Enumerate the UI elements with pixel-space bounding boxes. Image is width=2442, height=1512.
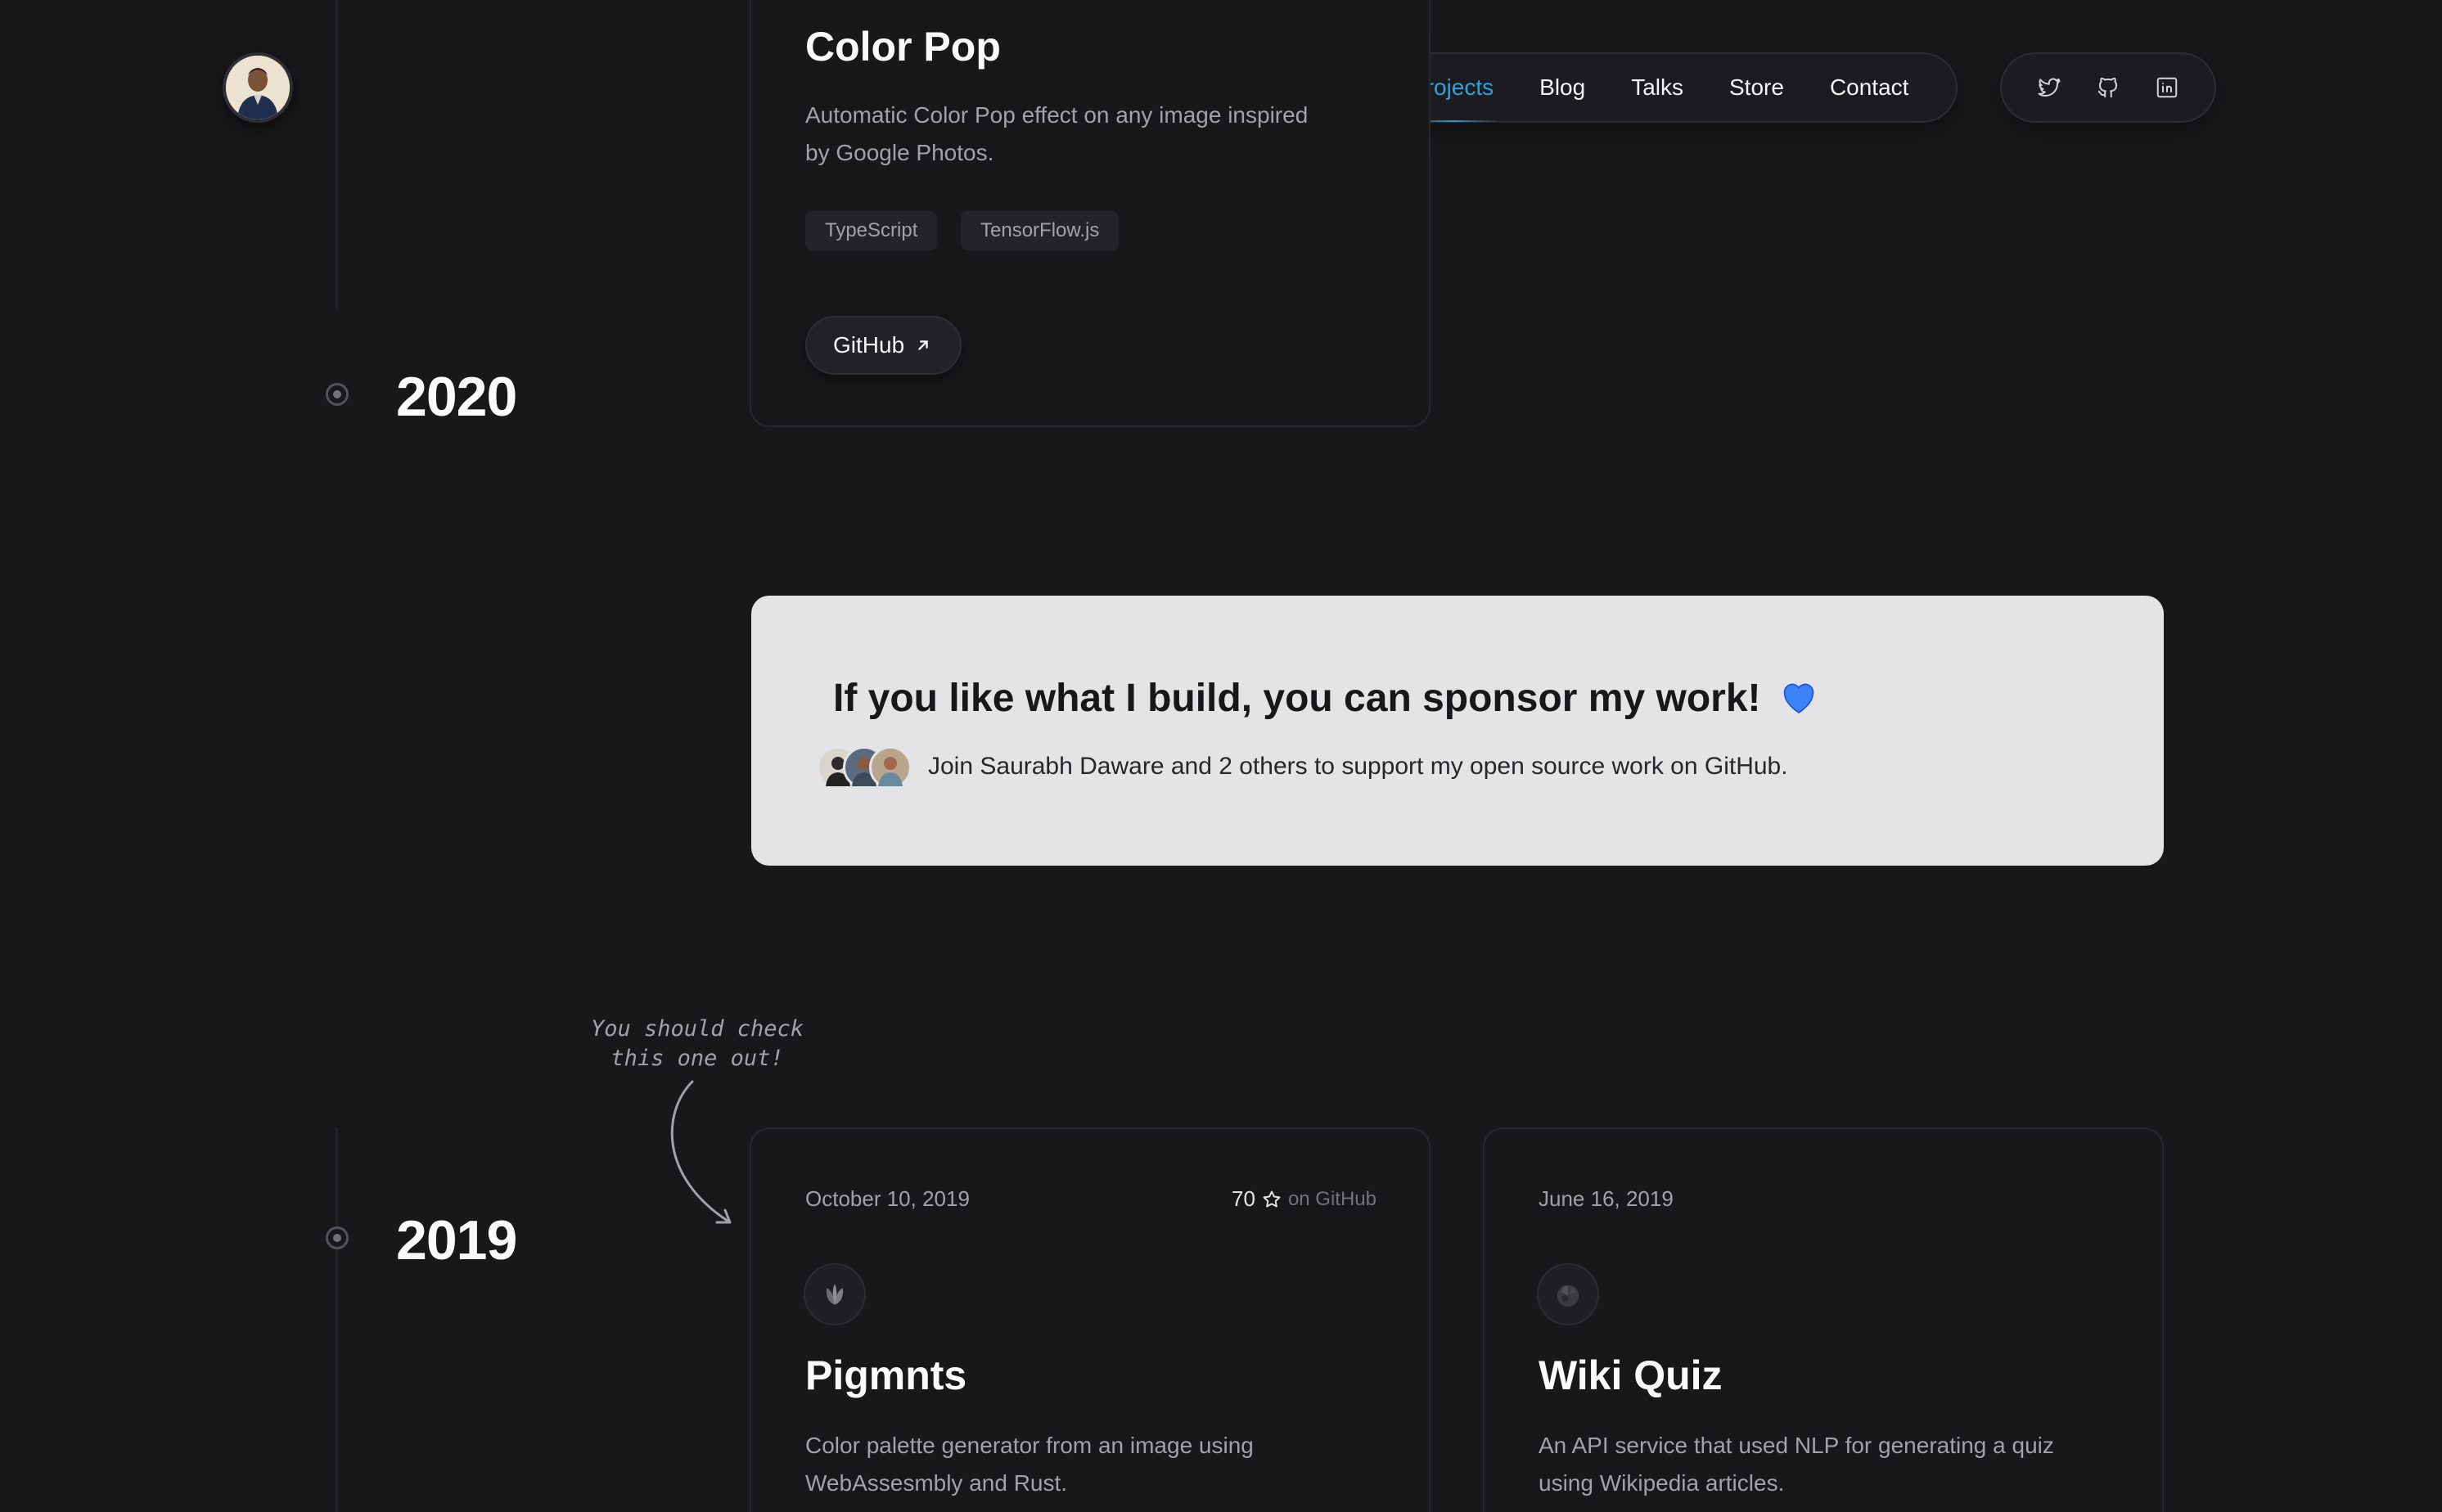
stars-suffix: on GitHub — [1287, 1187, 1376, 1210]
sponsor-avatar — [869, 746, 912, 789]
year-heading-2020: 2020 — [396, 366, 517, 428]
arrow-up-right-icon — [918, 340, 928, 350]
project-card-color-pop: Color Pop Automatic Color Pop effect on … — [750, 0, 1431, 427]
nav-item-talks[interactable]: Talks — [1608, 74, 1706, 101]
project-description-line: using Wikipedia articles. — [1539, 1470, 1785, 1496]
year-heading-2019: 2019 — [396, 1209, 517, 1271]
project-title: Color Pop — [805, 24, 1001, 70]
heart-icon — [1780, 679, 1818, 724]
tag-tensorflowjs: TensorFlow.js — [961, 211, 1120, 250]
social-links — [2000, 52, 2216, 123]
avatar-portrait-icon — [226, 56, 290, 119]
project-description-line: Color palette generator from an image us… — [805, 1433, 1254, 1458]
project-card-pigmnts: October 10, 2019 70 on GitHub Pigmnts Co… — [750, 1127, 1431, 1512]
page: 2020 2019 Projects Blog Talks Store Cont… — [0, 0, 2442, 1512]
project-description-line: WebAssesmbly and Rust. — [805, 1470, 1068, 1496]
main-nav: Projects Blog Talks Store Contact — [1362, 52, 1958, 123]
project-description-line: An API service that used NLP for generat… — [1539, 1433, 2054, 1458]
sponsor-banner[interactable]: If you like what I build, you can sponso… — [751, 596, 2164, 866]
pigmnts-logo-icon — [804, 1263, 866, 1325]
stars-count: 70 — [1232, 1186, 1255, 1211]
annotation-line: this one out! — [610, 1046, 784, 1071]
project-date: June 16, 2019 — [1539, 1186, 1674, 1211]
github-link-button[interactable]: GitHub — [805, 316, 962, 375]
tag-typescript: TypeScript — [805, 211, 938, 250]
github-link-label: GitHub — [833, 332, 905, 358]
timeline-dot-2019 — [326, 1226, 349, 1249]
project-title[interactable]: Wiki Quiz — [1539, 1352, 1723, 1399]
project-title[interactable]: Pigmnts — [805, 1352, 966, 1399]
timeline-line — [336, 1127, 338, 1512]
nav-item-store[interactable]: Store — [1706, 74, 1807, 101]
project-description-line: by Google Photos. — [805, 140, 994, 165]
project-description-line: Automatic Color Pop effect on any image … — [805, 102, 1309, 128]
handwritten-annotation: You should check this one out! — [573, 1015, 822, 1073]
sponsor-text: Join Saurabh Daware and 2 others to supp… — [928, 753, 1788, 780]
project-date: October 10, 2019 — [805, 1186, 970, 1211]
sponsor-avatars — [817, 746, 915, 790]
nav-item-blog[interactable]: Blog — [1516, 74, 1608, 101]
curved-arrow-icon — [670, 1080, 732, 1224]
sponsor-title-text: If you like what I build, you can sponso… — [833, 677, 1761, 720]
nav-item-contact[interactable]: Contact — [1807, 74, 1932, 101]
project-card-wiki-quiz: June 16, 2019 Wiki Quiz An API service t… — [1483, 1127, 2164, 1512]
avatar[interactable] — [223, 52, 293, 123]
github-icon[interactable] — [2094, 74, 2122, 101]
star-icon — [1263, 1190, 1281, 1207]
github-stars[interactable]: 70 on GitHub — [1232, 1186, 1376, 1212]
linkedin-icon[interactable] — [2153, 74, 2181, 101]
timeline-line — [336, 0, 338, 311]
wiki-quiz-logo-icon — [1537, 1263, 1599, 1325]
timeline-dot-2020 — [326, 383, 349, 406]
sponsor-title: If you like what I build, you can sponso… — [833, 676, 1818, 724]
twitter-icon[interactable] — [2035, 74, 2063, 101]
annotation-line: You should check — [590, 1016, 804, 1042]
